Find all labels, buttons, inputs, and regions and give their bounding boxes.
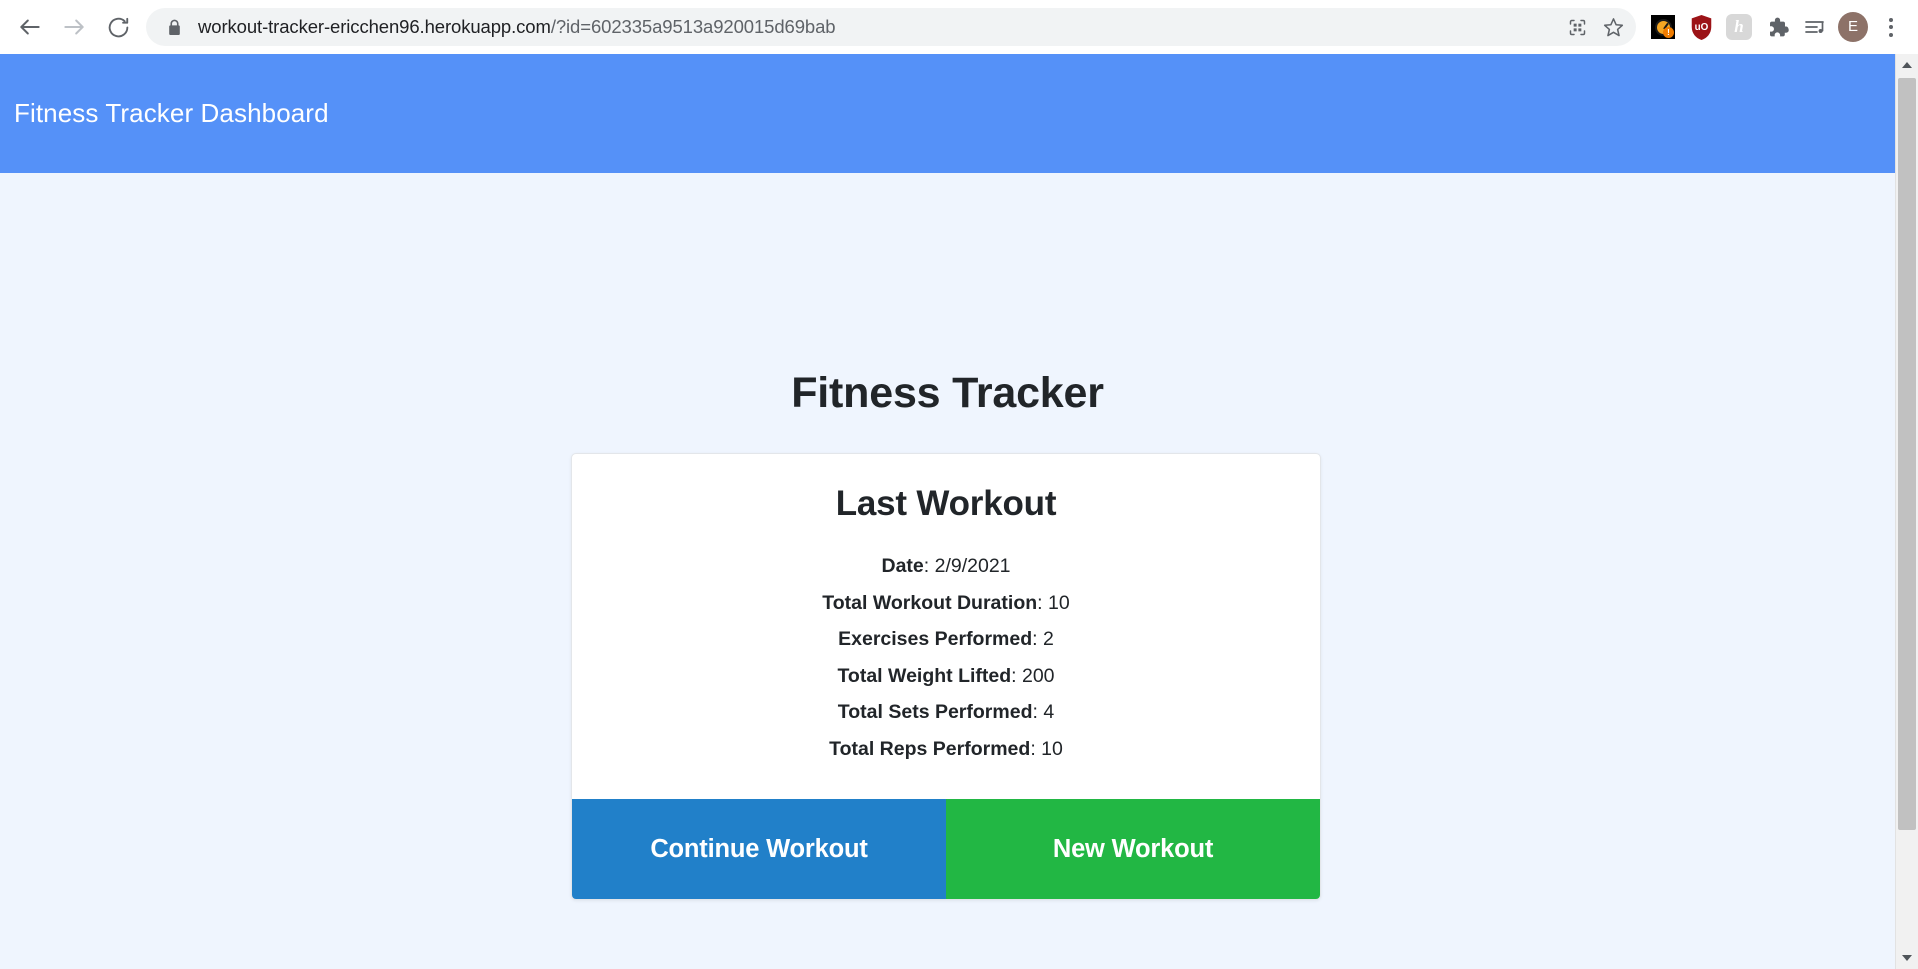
reload-button[interactable] bbox=[96, 5, 140, 49]
reload-icon bbox=[108, 17, 128, 37]
card-actions: Continue Workout New Workout bbox=[572, 799, 1320, 899]
stat-value: 2 bbox=[1043, 628, 1054, 650]
card-body: Last Workout Date: 2/9/2021 Total Workou… bbox=[572, 454, 1320, 799]
scroll-up-triangle bbox=[1902, 62, 1912, 68]
ublock-origin-icon[interactable]: uO bbox=[1682, 5, 1720, 49]
stat-value: 4 bbox=[1043, 701, 1055, 723]
scrollbar-thumb[interactable] bbox=[1898, 78, 1916, 830]
stat-separator: : bbox=[1037, 591, 1048, 614]
url-text: workout-tracker-ericchen96.herokuapp.com… bbox=[198, 16, 1558, 38]
stat-separator: : bbox=[1011, 664, 1022, 687]
forward-arrow-icon bbox=[64, 19, 84, 35]
card-title: Last Workout bbox=[835, 484, 1057, 523]
page-title: Fitness Tracker bbox=[791, 368, 1104, 417]
address-bar[interactable]: workout-tracker-ericchen96.herokuapp.com… bbox=[146, 8, 1636, 46]
stat-exercises-performed: Exercises Performed: 2 bbox=[592, 621, 1300, 658]
new-workout-button[interactable]: New Workout bbox=[946, 799, 1320, 899]
page-viewport: Fitness Tracker Dashboard Fitness Tracke… bbox=[0, 54, 1918, 969]
url-query: /?id=602335a9513a920015d69bab bbox=[550, 16, 836, 37]
stat-total-workout-duration: Total Workout Duration: 10 bbox=[592, 585, 1300, 622]
clock-alert-extension-icon[interactable]: ! bbox=[1644, 5, 1682, 49]
stat-separator: : bbox=[1032, 628, 1043, 650]
last-workout-card: Last Workout Date: 2/9/2021 Total Workou… bbox=[571, 453, 1321, 900]
app-header-title: Fitness Tracker Dashboard bbox=[14, 98, 329, 128]
stat-label: Total Weight Lifted bbox=[837, 664, 1012, 687]
kebab-dot bbox=[1889, 32, 1893, 37]
stat-label: Total Workout Duration bbox=[822, 591, 1038, 614]
stat-separator: : bbox=[923, 555, 935, 577]
lock-icon bbox=[164, 17, 184, 37]
back-button[interactable] bbox=[8, 5, 52, 49]
bookmark-star-icon[interactable] bbox=[1596, 10, 1630, 44]
svg-text:uO: uO bbox=[1694, 22, 1708, 33]
extension-alert-badge: ! bbox=[1663, 27, 1674, 38]
profile-button[interactable]: E bbox=[1834, 5, 1872, 49]
stat-total-weight-lifted: Total Weight Lifted: 200 bbox=[592, 658, 1300, 695]
chrome-menu-button[interactable] bbox=[1872, 5, 1910, 49]
avatar: E bbox=[1838, 12, 1868, 42]
kebab-dot bbox=[1889, 25, 1893, 29]
stat-label: Total Sets Performed bbox=[837, 701, 1033, 723]
stat-value: 10 bbox=[1047, 591, 1070, 614]
vertical-scrollbar[interactable] bbox=[1895, 54, 1918, 969]
honey-glyph: h bbox=[1726, 14, 1752, 40]
back-arrow-icon bbox=[20, 19, 40, 35]
stat-total-reps-performed: Total Reps Performed: 10 bbox=[592, 731, 1300, 768]
ublock-shield-glyph: uO bbox=[1691, 14, 1711, 40]
continue-workout-button[interactable]: Continue Workout bbox=[572, 799, 946, 899]
stat-date: Date: 2/9/2021 bbox=[592, 548, 1300, 585]
scroll-up-arrow-icon[interactable] bbox=[1896, 54, 1918, 76]
stat-label: Total Reps Performed bbox=[829, 737, 1031, 760]
media-playlist-icon[interactable] bbox=[1796, 5, 1834, 49]
qr-code-glyph bbox=[1569, 19, 1585, 35]
kebab-dot bbox=[1889, 17, 1893, 22]
scroll-down-triangle bbox=[1902, 955, 1912, 961]
kebab-menu-icon bbox=[1879, 15, 1903, 39]
honey-extension-icon[interactable]: h bbox=[1720, 5, 1758, 49]
puzzle-glyph bbox=[1769, 17, 1789, 36]
extensions-puzzle-icon[interactable] bbox=[1758, 5, 1796, 49]
stat-separator: : bbox=[1030, 737, 1042, 760]
star-glyph bbox=[1603, 17, 1623, 36]
stat-value: 10 bbox=[1041, 737, 1063, 760]
stat-label: Exercises Performed bbox=[838, 628, 1033, 650]
stat-value: 200 bbox=[1021, 664, 1055, 687]
stat-value: 2/9/2021 bbox=[934, 555, 1011, 577]
app-header: Fitness Tracker Dashboard bbox=[0, 54, 1895, 173]
stat-total-sets-performed: Total Sets Performed: 4 bbox=[592, 694, 1300, 731]
url-domain: workout-tracker-ericchen96.herokuapp.com bbox=[198, 16, 551, 37]
clock-extension-badge: ! bbox=[1651, 15, 1675, 39]
media-playlist-glyph bbox=[1805, 21, 1824, 33]
scroll-down-arrow-icon[interactable] bbox=[1896, 947, 1918, 969]
page-content: Fitness Tracker Dashboard Fitness Tracke… bbox=[0, 54, 1895, 969]
stat-separator: : bbox=[1032, 701, 1044, 723]
stat-label: Date bbox=[881, 555, 924, 577]
browser-toolbar: workout-tracker-ericchen96.herokuapp.com… bbox=[0, 0, 1918, 54]
lock-glyph bbox=[168, 19, 180, 35]
qr-code-icon[interactable] bbox=[1560, 10, 1594, 44]
forward-button[interactable] bbox=[52, 5, 96, 49]
